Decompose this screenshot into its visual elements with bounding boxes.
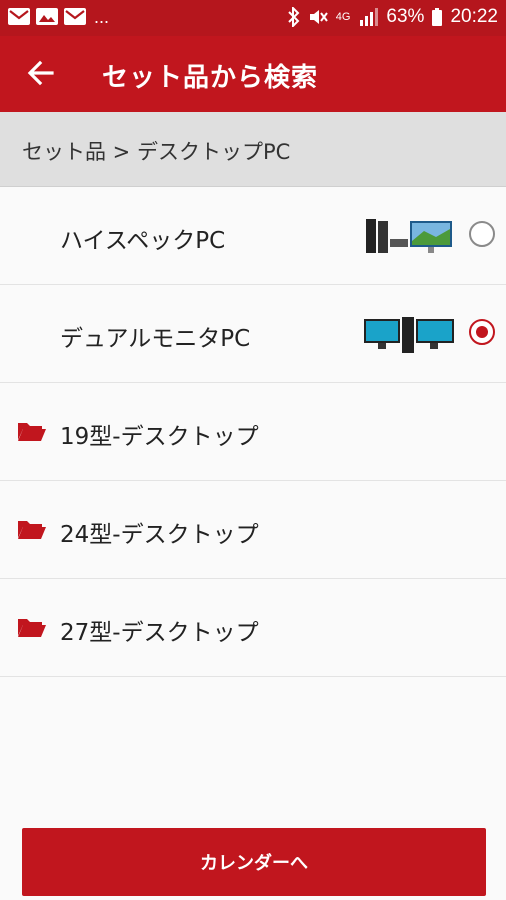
- signal-icon: [360, 8, 379, 26]
- breadcrumb: セット品 > デスクトップPC: [0, 112, 506, 187]
- clock: 20:22: [450, 6, 498, 27]
- mute-icon: [309, 10, 328, 24]
- radio-button[interactable]: [469, 221, 495, 247]
- page-title: セット品から検索: [102, 63, 319, 93]
- list-item-label: 24型-デスクトップ: [60, 522, 259, 548]
- list-item-dual-monitor-pc[interactable]: デュアルモニタPC: [0, 285, 506, 383]
- app-bar: セット品から検索: [0, 36, 506, 112]
- list-item-label: 19型-デスクトップ: [60, 424, 259, 450]
- breadcrumb-text: セット品 > デスクトップPC: [22, 140, 291, 164]
- mail-icon: [8, 8, 30, 25]
- notification-overflow: ...: [94, 6, 110, 27]
- arrow-left-icon[interactable]: [24, 56, 58, 90]
- folder-icon: [18, 619, 46, 637]
- mail-icon: [64, 8, 86, 25]
- folder-icon: [18, 521, 46, 539]
- list-item-label: デュアルモニタPC: [60, 326, 251, 352]
- notification-icons: ...: [8, 6, 110, 27]
- folder-item-27-inch[interactable]: 27型-デスクトップ: [0, 579, 506, 677]
- status-bar: ... 4G 63% 20:22: [0, 0, 506, 36]
- radio-button-selected[interactable]: [469, 319, 495, 345]
- list-item-high-spec-pc[interactable]: ハイスペックPC: [0, 187, 506, 285]
- system-icons: 4G 63% 20:22: [288, 6, 498, 28]
- image-icon: [36, 8, 58, 25]
- network-type: 4G: [335, 10, 351, 23]
- list-item-label: 27型-デスクトップ: [60, 620, 259, 646]
- to-calendar-button[interactable]: カレンダーへ: [22, 828, 486, 896]
- battery-icon: [432, 8, 443, 26]
- list-item-label: ハイスペックPC: [60, 228, 226, 254]
- folder-item-24-inch[interactable]: 24型-デスクトップ: [0, 481, 506, 579]
- dual-monitor-with-tower-thumbnail: [364, 317, 454, 353]
- folder-item-19-inch[interactable]: 19型-デスクトップ: [0, 383, 506, 481]
- tower-with-monitor-thumbnail: [366, 219, 452, 253]
- bluetooth-icon: [288, 7, 300, 27]
- battery-percent: 63%: [386, 6, 425, 27]
- folder-icon: [18, 423, 46, 441]
